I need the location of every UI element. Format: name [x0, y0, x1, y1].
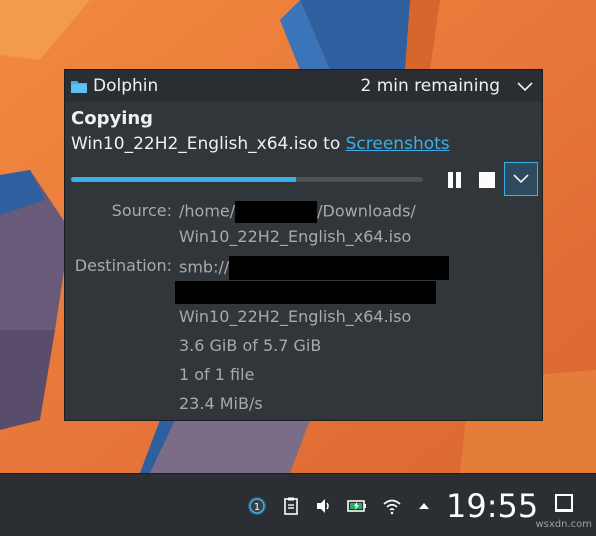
progress-bar-fill — [71, 177, 297, 182]
watermark: wsxdn.com — [535, 519, 592, 530]
toggle-details-button[interactable] — [504, 162, 538, 196]
clipboard-icon[interactable] — [281, 496, 301, 516]
clock[interactable]: 19:55 — [446, 487, 538, 525]
battery-icon[interactable] — [347, 496, 367, 516]
source-path-suffix: /Downloads/ — [317, 201, 416, 221]
notifications-icon[interactable]: 1 — [247, 496, 267, 516]
pause-button[interactable] — [443, 169, 465, 191]
redacted-username — [235, 201, 318, 223]
wifi-icon[interactable] — [382, 496, 402, 516]
job-description: Win10_22H2_English_x64.iso to Screenshot… — [71, 134, 450, 154]
job-file-name: Win10_22H2_English_x64.iso to — [71, 134, 346, 154]
destination-folder-link[interactable]: Screenshots — [346, 134, 450, 154]
source-file-name: Win10_22H2_English_x64.iso — [179, 227, 412, 246]
destination-path: smb:// — [179, 256, 450, 280]
notification-count: 1 — [254, 502, 260, 513]
destination-file-name: Win10_22H2_English_x64.iso — [179, 307, 412, 326]
desktop-icon — [555, 494, 573, 512]
show-desktop-button[interactable] — [553, 492, 577, 516]
destination-label: Destination: — [74, 256, 172, 275]
volume-icon[interactable] — [314, 496, 334, 516]
arrow-up-icon[interactable] — [414, 496, 434, 516]
progress-bar — [71, 177, 423, 182]
stop-button[interactable] — [478, 171, 496, 189]
notification-header: Dolphin 2 min remaining — [65, 70, 542, 102]
stop-icon — [479, 172, 495, 188]
copy-job-notification: Dolphin 2 min remaining Copying Win10_22… — [64, 69, 543, 421]
redacted-destination-path — [175, 281, 436, 304]
time-remaining: 2 min remaining — [360, 76, 500, 96]
chevron-down-icon[interactable] — [516, 78, 534, 94]
taskbar: 1 19:55 wsxdn.com — [0, 473, 596, 536]
source-path: /home/ /Downloads/ — [179, 201, 416, 223]
transfer-speed: 23.4 MiB/s — [179, 394, 263, 413]
file-count: 1 of 1 file — [179, 365, 255, 384]
source-label: Source: — [111, 201, 172, 220]
size-progress: 3.6 GiB of 5.7 GiB — [179, 336, 322, 355]
app-name: Dolphin — [93, 76, 159, 96]
redacted-destination-host — [229, 256, 450, 280]
chevron-down-icon — [513, 174, 529, 184]
folder-icon — [71, 81, 87, 93]
source-path-prefix: /home/ — [179, 201, 236, 221]
job-title: Copying — [71, 108, 154, 129]
destination-path-prefix: smb:// — [179, 257, 230, 277]
